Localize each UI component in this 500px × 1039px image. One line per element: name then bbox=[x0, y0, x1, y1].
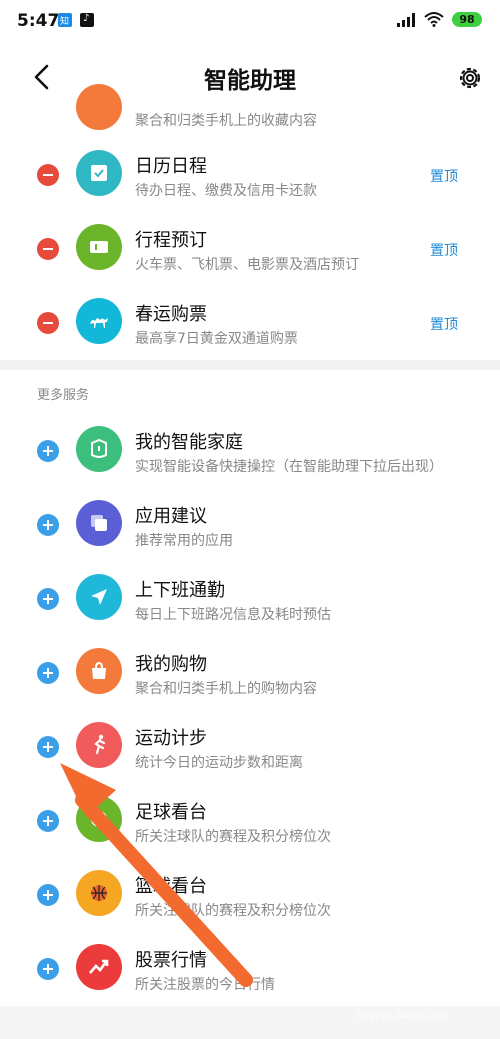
ticket-icon bbox=[76, 224, 122, 270]
home-icon bbox=[76, 426, 122, 472]
tiktok-notification-icon bbox=[80, 13, 94, 27]
pinned-services-card: 聚合和归类手机上的收藏内容 日历日程 待办日程、缴费及信用卡还款 置顶 行程预订… bbox=[0, 84, 500, 362]
row-title: 应用建议 bbox=[135, 506, 207, 527]
list-item-calendar[interactable]: 日历日程 待办日程、缴费及信用卡还款 置顶 bbox=[0, 140, 500, 214]
remove-button[interactable] bbox=[37, 238, 59, 260]
row-title: 行程预订 bbox=[135, 230, 207, 251]
row-title: 我的智能家庭 bbox=[135, 432, 243, 453]
row-title: 篮球看台 bbox=[135, 876, 207, 897]
add-button[interactable] bbox=[37, 810, 59, 832]
list-item-shopping[interactable]: 我的购物 聚合和归类手机上的购物内容 bbox=[0, 626, 500, 700]
pin-top-button[interactable]: 置顶 bbox=[430, 166, 458, 186]
camel-icon bbox=[76, 298, 122, 344]
row-desc: 统计今日的运动步数和距离 bbox=[135, 755, 303, 771]
add-button[interactable] bbox=[37, 662, 59, 684]
zhihu-notification-icon bbox=[58, 13, 72, 27]
add-button[interactable] bbox=[37, 440, 59, 462]
row-title: 春运购票 bbox=[135, 304, 207, 325]
signal-icon bbox=[397, 13, 415, 27]
basketball-icon bbox=[76, 870, 122, 916]
status-time: 5:47 bbox=[17, 11, 60, 31]
add-button[interactable] bbox=[37, 736, 59, 758]
remove-button[interactable] bbox=[37, 164, 59, 186]
running-icon bbox=[76, 722, 122, 768]
apps-icon bbox=[76, 500, 122, 546]
row-title: 运动计步 bbox=[135, 728, 207, 749]
football-icon bbox=[76, 796, 122, 842]
add-button[interactable] bbox=[37, 958, 59, 980]
list-item-football[interactable]: 足球看台 所关注球队的赛程及积分榜位次 bbox=[0, 774, 500, 848]
pin-top-button[interactable]: 置顶 bbox=[430, 314, 458, 334]
row-title: 足球看台 bbox=[135, 802, 207, 823]
section-gap bbox=[0, 360, 500, 370]
shopping-bag-icon bbox=[76, 648, 122, 694]
add-button[interactable] bbox=[37, 514, 59, 536]
favorites-icon bbox=[76, 84, 122, 130]
wifi-icon bbox=[424, 12, 444, 27]
battery-indicator: 98 bbox=[452, 12, 482, 27]
row-title: 股票行情 bbox=[135, 950, 207, 971]
row-desc: 聚合和归类手机上的收藏内容 bbox=[135, 113, 317, 129]
row-desc: 火车票、飞机票、电影票及酒店预订 bbox=[135, 257, 359, 273]
row-desc: 所关注股票的今日行情 bbox=[135, 977, 275, 993]
navigation-arrow-icon bbox=[76, 574, 122, 620]
section-label-more-services: 更多服务 bbox=[37, 388, 90, 403]
list-item-commute[interactable]: 上下班通勤 每日上下班路况信息及耗时预估 bbox=[0, 552, 500, 626]
list-item-smart-home[interactable]: 我的智能家庭 实现智能设备快捷操控（在智能助理下拉后出现） bbox=[0, 404, 500, 478]
row-desc: 所关注球队的赛程及积分榜位次 bbox=[135, 903, 331, 919]
list-item-partial: 聚合和归类手机上的收藏内容 bbox=[0, 70, 500, 144]
status-bar: 5:47 98 bbox=[0, 0, 500, 44]
list-item-travel-booking[interactable]: 行程预订 火车票、飞机票、电影票及酒店预订 置顶 bbox=[0, 214, 500, 288]
row-title: 日历日程 bbox=[135, 156, 207, 177]
list-item-step-counter[interactable]: 运动计步 统计今日的运动步数和距离 bbox=[0, 700, 500, 774]
row-desc: 所关注球队的赛程及积分榜位次 bbox=[135, 829, 331, 845]
row-desc: 聚合和归类手机上的购物内容 bbox=[135, 681, 317, 697]
row-desc: 实现智能设备快捷操控（在智能助理下拉后出现） bbox=[135, 459, 443, 475]
row-desc: 待办日程、缴费及信用卡还款 bbox=[135, 183, 317, 199]
calendar-icon bbox=[76, 150, 122, 196]
row-desc: 最高享7日黄金双通道购票 bbox=[135, 331, 298, 347]
add-button[interactable] bbox=[37, 588, 59, 610]
row-title: 我的购物 bbox=[135, 654, 207, 675]
watermark-sub: jingyan.baidu.com bbox=[356, 1010, 449, 1021]
row-title: 上下班通勤 bbox=[135, 580, 225, 601]
list-item-basketball[interactable]: 篮球看台 所关注球队的赛程及积分榜位次 bbox=[0, 848, 500, 922]
watermark: Bai 经验 bbox=[355, 989, 422, 1008]
remove-button[interactable] bbox=[37, 312, 59, 334]
row-desc: 每日上下班路况信息及耗时预估 bbox=[135, 607, 331, 623]
stock-trend-icon bbox=[76, 944, 122, 990]
add-button[interactable] bbox=[37, 884, 59, 906]
list-item-app-suggestions[interactable]: 应用建议 推荐常用的应用 bbox=[0, 478, 500, 552]
pin-top-button[interactable]: 置顶 bbox=[430, 240, 458, 260]
list-item-spring-festival-tickets[interactable]: 春运购票 最高享7日黄金双通道购票 置顶 bbox=[0, 288, 500, 362]
row-desc: 推荐常用的应用 bbox=[135, 533, 233, 549]
list-item-stocks[interactable]: 股票行情 所关注股票的今日行情 bbox=[0, 922, 500, 996]
